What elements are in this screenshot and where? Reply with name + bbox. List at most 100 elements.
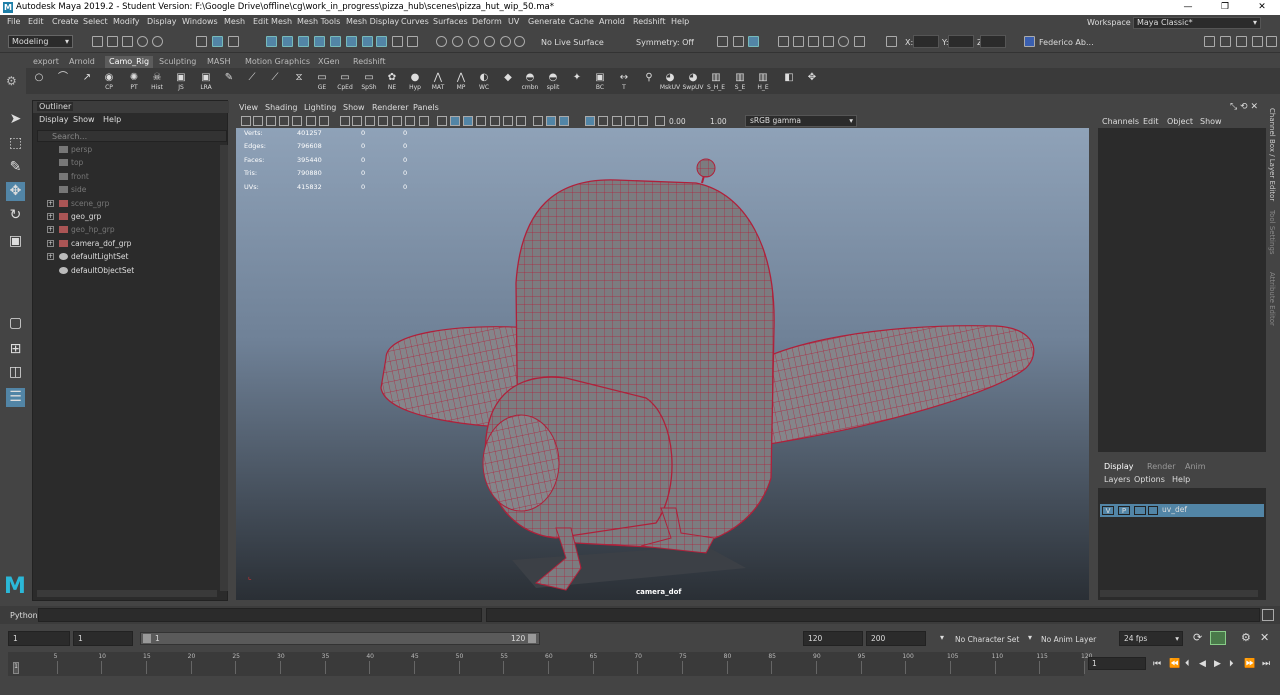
- shelf-tab-arnold[interactable]: Arnold: [65, 56, 99, 68]
- shelf-button-tool-33[interactable]: ✥: [803, 71, 821, 92]
- layer-type-toggle[interactable]: [1134, 506, 1146, 515]
- camera-attributes-icon[interactable]: [266, 116, 276, 126]
- gear-icon[interactable]: ⚙: [6, 74, 17, 88]
- shelf-button-tool-2[interactable]: ↗: [78, 71, 96, 92]
- redo-icon[interactable]: [152, 36, 163, 47]
- gate-mask-icon[interactable]: [378, 116, 388, 126]
- shelf-tab-redshift[interactable]: Redshift: [349, 56, 389, 68]
- shelf-button-tool-26[interactable]: ⚲: [640, 71, 658, 92]
- exposure-value[interactable]: 0.00: [669, 117, 686, 126]
- outliner-search-field[interactable]: Search...: [37, 130, 227, 142]
- history-icon[interactable]: [407, 36, 418, 47]
- step-forward-frame-icon[interactable]: ⏵: [1229, 659, 1234, 669]
- snap-curve-icon[interactable]: [282, 36, 293, 47]
- menu-mesh[interactable]: Mesh: [224, 17, 245, 26]
- shelf-button-js[interactable]: ▣ JS: [172, 71, 190, 92]
- shelf-button-hist[interactable]: ☠ Hist: [148, 71, 166, 92]
- current-frame-field[interactable]: 1: [1088, 657, 1146, 670]
- menu-redshift[interactable]: Redshift: [633, 17, 665, 26]
- side-tab-tool-settings[interactable]: Tool Settings: [1268, 210, 1276, 255]
- outliner-item[interactable]: side: [33, 183, 218, 196]
- outliner-item[interactable]: top: [33, 156, 218, 169]
- outliner-scrollbar[interactable]: [220, 145, 228, 591]
- exposure-icon[interactable]: [655, 116, 665, 126]
- workspace-select[interactable]: Maya Classic* ▾: [1133, 17, 1261, 29]
- step-back-frame-icon[interactable]: ⏴: [1185, 659, 1190, 669]
- layer-name[interactable]: uv_def: [1162, 505, 1187, 514]
- new-scene-icon[interactable]: [92, 36, 103, 47]
- redshift-icon[interactable]: [838, 36, 849, 47]
- snap-magnet-icon[interactable]: [362, 36, 373, 47]
- layer-tab-display[interactable]: Display: [1104, 462, 1134, 471]
- pause-icon[interactable]: [854, 36, 865, 47]
- play-forwards-icon[interactable]: ▶: [1214, 659, 1221, 669]
- shelf-button-cmbn[interactable]: ◓ cmbn: [521, 71, 539, 92]
- shelf-tab-motion-graphics[interactable]: Motion Graphics: [241, 56, 314, 68]
- menu-edit-mesh[interactable]: Edit Mesh: [253, 17, 292, 26]
- viewport-menu-view[interactable]: View: [239, 103, 258, 112]
- menu-help[interactable]: Help: [671, 17, 689, 26]
- move-tool-icon[interactable]: ✥: [6, 182, 25, 201]
- menu-file[interactable]: File: [7, 17, 20, 26]
- default-material-icon[interactable]: [463, 116, 473, 126]
- xray-icon[interactable]: [598, 116, 608, 126]
- channel-box-icon[interactable]: [1266, 36, 1277, 47]
- viewport-menu-lighting[interactable]: Lighting: [304, 103, 336, 112]
- magnet-icon[interactable]: [468, 36, 479, 47]
- scale-tool-icon[interactable]: ▣: [6, 232, 25, 251]
- shelf-button-cp[interactable]: ◉ CP: [100, 71, 118, 92]
- select-component-icon[interactable]: [228, 36, 239, 47]
- outliner-layout-icon[interactable]: ☰: [6, 388, 25, 407]
- range-start-handle[interactable]: [143, 634, 151, 643]
- motion-blur-icon[interactable]: [533, 116, 543, 126]
- shelf-button-spsh[interactable]: ▭ SpSh: [360, 71, 378, 92]
- depth-of-field-icon[interactable]: [559, 116, 569, 126]
- shelf-button-tool-1[interactable]: ⌒: [54, 71, 72, 92]
- layer-tab-render[interactable]: Render: [1147, 462, 1175, 471]
- shelf-button-tool-10[interactable]: ⟋: [266, 71, 284, 92]
- ambient-occlusion-icon[interactable]: [516, 116, 526, 126]
- shelf-button-tool-8[interactable]: ✎: [220, 71, 238, 92]
- layer-playback-toggle[interactable]: P: [1118, 506, 1130, 515]
- minimize-button[interactable]: —: [1170, 0, 1206, 15]
- magnet-icon[interactable]: [514, 36, 525, 47]
- shelf-button-tool-11[interactable]: ⧖: [290, 71, 308, 92]
- layer-scrollbar[interactable]: [1100, 590, 1258, 597]
- menu-cache[interactable]: Cache: [569, 17, 594, 26]
- command-language[interactable]: Python: [10, 611, 38, 620]
- channel-box-icons[interactable]: ⤡ ⟲ ✕: [1230, 102, 1258, 112]
- modeling-toolkit-icon[interactable]: [1204, 36, 1215, 47]
- safe-title-icon[interactable]: [419, 116, 429, 126]
- side-tab-channel-box[interactable]: Channel Box / Layer Editor: [1268, 108, 1276, 201]
- menu-mesh-tools[interactable]: Mesh Tools: [297, 17, 340, 26]
- snap-view-icon[interactable]: [314, 36, 325, 47]
- expand-icon[interactable]: +: [47, 199, 54, 207]
- outliner-item[interactable]: + geo_grp: [33, 210, 218, 223]
- arnold-ipr-icon[interactable]: [823, 36, 834, 47]
- auto-key-icon[interactable]: [1210, 631, 1226, 645]
- render-settings-icon[interactable]: [748, 36, 759, 47]
- construction-history-icon[interactable]: [436, 36, 447, 47]
- magnet-icon[interactable]: [484, 36, 495, 47]
- menu-edit[interactable]: Edit: [28, 17, 44, 26]
- lights-icon[interactable]: [490, 116, 500, 126]
- shelf-button-tool-9[interactable]: ⟋: [243, 71, 261, 92]
- step-forward-key-icon[interactable]: ⏩: [1244, 659, 1255, 669]
- attribute-editor-icon[interactable]: [1236, 36, 1247, 47]
- channels-object-menu[interactable]: Object: [1167, 117, 1193, 126]
- outliner-menu-show[interactable]: Show: [73, 115, 95, 124]
- outliner-item[interactable]: + geo_hp_grp: [33, 223, 218, 236]
- perspective-viewport[interactable]: Verts: 401257 0 0 Edges: 796608 0 0 Faces: 395440…: [236, 128, 1089, 600]
- arnold-render-icon[interactable]: [808, 36, 819, 47]
- play-backwards-icon[interactable]: ◀: [1199, 659, 1206, 669]
- single-view-icon[interactable]: ▢: [6, 314, 25, 333]
- outliner-hscrollbar[interactable]: [37, 590, 217, 597]
- shelf-tab-mash[interactable]: MASH: [203, 56, 234, 68]
- script-editor-icon[interactable]: [1262, 609, 1274, 621]
- menu-create[interactable]: Create: [52, 17, 79, 26]
- shelf-button-tool-0[interactable]: ○: [30, 71, 48, 92]
- layer-tab-anim[interactable]: Anim: [1185, 462, 1206, 471]
- command-input[interactable]: [38, 608, 482, 622]
- menu-surfaces[interactable]: Surfaces: [433, 17, 468, 26]
- shelf-button-h_e[interactable]: ▥ H_E: [754, 71, 772, 92]
